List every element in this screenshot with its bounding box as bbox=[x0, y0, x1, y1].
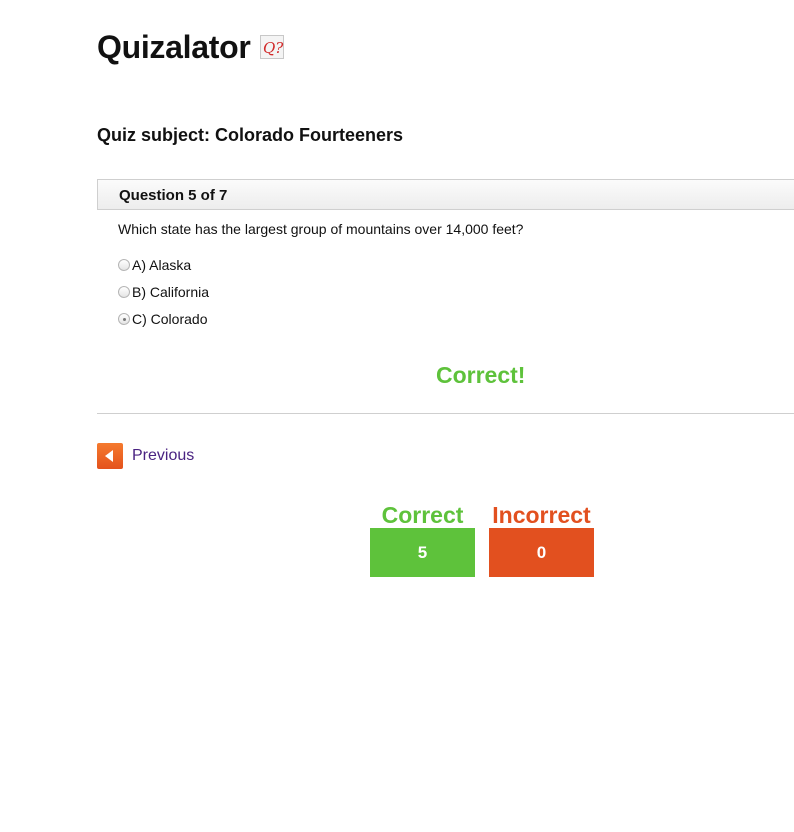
correct-score-value: 5 bbox=[417, 542, 428, 562]
quiz-subject: Quiz subject: Colorado Fourteeners bbox=[97, 125, 404, 145]
radio-button-c[interactable] bbox=[118, 313, 130, 325]
answer-label-a: A) Alaska bbox=[132, 257, 192, 273]
question-text: Which state has the largest group of mou… bbox=[118, 221, 524, 237]
arrow-left-icon[interactable] bbox=[97, 443, 123, 469]
question-panel: Question 5 of 7 Which state has the larg… bbox=[97, 179, 794, 414]
answer-option-c[interactable]: C) Colorado bbox=[118, 310, 207, 328]
question-number: Question 5 of 7 bbox=[119, 187, 228, 204]
answer-option-a[interactable]: A) Alaska bbox=[118, 256, 191, 274]
answer-option-b[interactable]: B) California bbox=[118, 283, 209, 301]
question-header: Question 5 of 7 bbox=[97, 179, 794, 210]
correct-score-label: Correct bbox=[381, 502, 464, 528]
radio-button-a[interactable] bbox=[118, 259, 130, 271]
answer-result: Correct! bbox=[436, 362, 526, 388]
svg-text:Q?: Q? bbox=[263, 39, 284, 57]
previous-button[interactable]: Previous bbox=[97, 443, 194, 469]
answer-label-b: B) California bbox=[132, 284, 210, 300]
correct-score-box: 5 bbox=[370, 528, 475, 577]
incorrect-score-value: 0 bbox=[536, 542, 547, 562]
answer-label-c: C) Colorado bbox=[132, 311, 208, 327]
radio-button-b[interactable] bbox=[118, 286, 130, 298]
q-question-icon: Q? bbox=[260, 35, 284, 59]
incorrect-score-label: Incorrect bbox=[492, 502, 591, 528]
app-title: Quizalator bbox=[97, 29, 251, 65]
previous-label[interactable]: Previous bbox=[132, 447, 194, 465]
incorrect-score-box: 0 bbox=[489, 528, 594, 577]
